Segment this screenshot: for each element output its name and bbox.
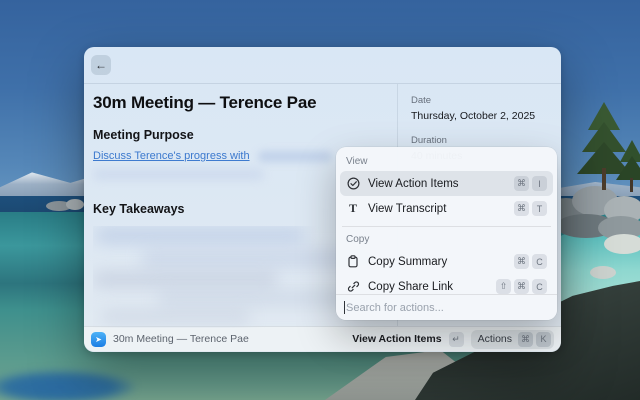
purpose-heading: Meeting Purpose: [93, 128, 194, 142]
redacted-text: [257, 150, 332, 162]
command-key-icon: ⌘: [514, 201, 529, 216]
pine-tree-trunk: [602, 168, 606, 190]
palette-body: View View Action Items ⌘ I T View Transc…: [336, 147, 557, 294]
app-logo-icon: ➤: [91, 331, 106, 347]
back-button[interactable]: ←: [91, 55, 111, 75]
page-title: 30m Meeting — Terence Pae: [93, 93, 317, 112]
redacted-text: [93, 169, 264, 180]
section-label-copy: Copy: [346, 234, 370, 245]
statusbar-title: 30m Meeting — Terence Pae: [113, 333, 249, 345]
window-header: ←: [84, 47, 561, 84]
pine-tree: [616, 156, 640, 180]
wallpaper-rock: [66, 199, 84, 210]
section-label-view: View: [346, 156, 368, 167]
clipboard-icon: [346, 255, 360, 269]
shift-key-icon: ⇧: [496, 279, 511, 294]
statusbar-actions: View Action Items ↵ Actions ⌘ K: [352, 329, 554, 349]
wallpaper-white-boulder: [604, 234, 640, 254]
command-key-icon: ⌘: [518, 331, 533, 347]
status-bar: ➤ 30m Meeting — Terence Pae View Action …: [84, 326, 561, 351]
search-input[interactable]: Search for actions...: [336, 294, 557, 320]
menu-item-copy-summary[interactable]: Copy Summary ⌘ C: [340, 249, 553, 274]
date-label: Date: [411, 95, 432, 106]
primary-action-label[interactable]: View Action Items: [352, 333, 441, 345]
command-key-icon: ⌘: [514, 254, 529, 269]
menu-item-view-action-items[interactable]: View Action Items ⌘ I: [340, 171, 553, 196]
return-key-icon[interactable]: ↵: [448, 331, 464, 347]
command-palette: View View Action Items ⌘ I T View Transc…: [336, 147, 557, 320]
command-key-icon: ⌘: [514, 176, 529, 191]
date-value: Thursday, October 2, 2025: [411, 110, 536, 122]
menu-item-view-transcript[interactable]: T View Transcript ⌘ T: [340, 196, 553, 221]
wallpaper-deep-water-patch: [0, 370, 135, 400]
duration-label: Duration: [411, 135, 447, 146]
t-key: T: [532, 201, 547, 216]
transcript-icon: T: [348, 201, 357, 215]
back-arrow-icon: ←: [95, 58, 107, 72]
link-icon: [346, 280, 360, 294]
pine-tree-trunk: [630, 178, 633, 192]
search-placeholder: Search for actions...: [346, 301, 444, 314]
c-key: C: [532, 254, 547, 269]
i-key: I: [532, 176, 547, 191]
c-key: C: [532, 279, 547, 294]
text-cursor: [344, 301, 345, 314]
command-key-icon: ⌘: [514, 279, 529, 294]
check-circle-icon: [346, 177, 360, 191]
k-key: K: [536, 331, 551, 347]
purpose-link[interactable]: Discuss Terence's progress with: [93, 150, 250, 162]
actions-menu-button[interactable]: Actions ⌘ K: [470, 329, 554, 349]
wallpaper-white-boulder: [590, 266, 616, 279]
menu-item-copy-share-link[interactable]: Copy Share Link ⇧ ⌘ C: [340, 274, 553, 294]
